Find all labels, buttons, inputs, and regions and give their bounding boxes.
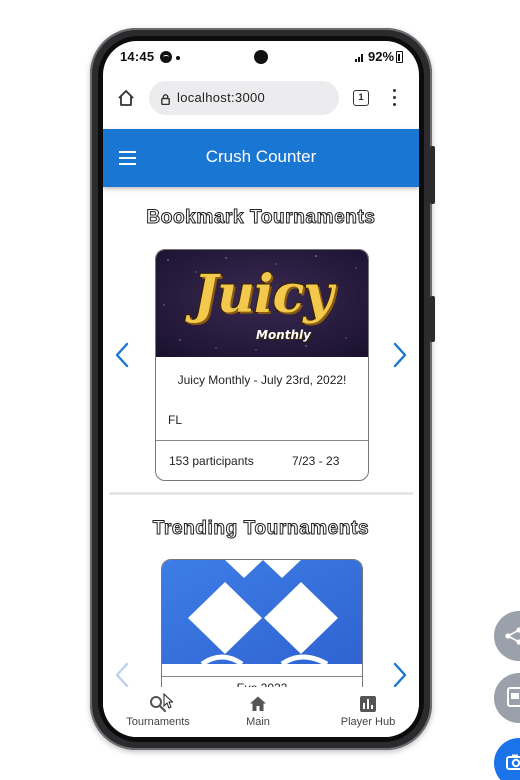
phone-frame: 14:45 92% localhost:3000 1 Crush Counter… — [90, 28, 435, 750]
spotify-icon — [160, 51, 172, 63]
bookmark-tournament-card[interactable]: Juicy Monthly Juicy Monthly - July 23rd,… — [155, 249, 369, 481]
nav-tournaments-label: Tournaments — [126, 716, 190, 728]
bookmark-section-title: Bookmark Tournaments — [146, 207, 376, 229]
nav-main-label: Main — [246, 716, 270, 728]
lock-icon — [161, 92, 170, 106]
document-floating-button[interactable] — [494, 673, 520, 723]
status-bar: 14:45 92% — [103, 41, 419, 75]
trending-next-arrow-icon[interactable] — [393, 662, 407, 688]
tab-switcher-button[interactable]: 1 — [353, 90, 369, 106]
trending-section-title: Trending Tournaments — [152, 518, 370, 540]
screenshot-stage: 14:45 92% localhost:3000 1 Crush Counter… — [0, 0, 520, 780]
juicy-logo-text: Juicy — [193, 264, 333, 325]
front-camera — [254, 50, 268, 64]
app-title: Crush Counter — [205, 147, 317, 166]
browser-menu-icon[interactable] — [393, 89, 397, 107]
browser-home-icon[interactable] — [117, 89, 135, 107]
bar-chart-icon — [359, 695, 377, 713]
notification-dot-icon — [176, 56, 180, 60]
phone-screen: 14:45 92% localhost:3000 1 Crush Counter… — [103, 41, 419, 737]
evo-logo-image — [162, 560, 362, 667]
home-icon — [249, 695, 267, 713]
battery-percent: 92% — [368, 49, 395, 64]
phone-volume-button — [430, 296, 435, 342]
bottom-navigation: Tournaments Main Player Hub — [103, 687, 419, 737]
mouse-cursor-icon — [163, 692, 174, 709]
address-url: localhost:3000 — [177, 90, 266, 105]
share-floating-button[interactable] — [494, 611, 520, 661]
bookmark-card-name: Juicy Monthly - July 23rd, 2022! — [177, 373, 347, 387]
bookmark-prev-arrow-icon[interactable] — [115, 342, 129, 368]
phone-power-button — [430, 146, 435, 204]
section-divider — [109, 492, 413, 495]
trending-tournament-card[interactable]: Evo 2022 — [161, 559, 363, 699]
signal-icon — [355, 52, 365, 62]
monthly-logo-text: Monthly — [256, 328, 311, 342]
bookmark-card-footer: 153 participants 7/23 - 23 — [156, 440, 368, 480]
bookmark-next-arrow-icon[interactable] — [393, 342, 407, 368]
battery-icon — [396, 51, 403, 63]
trending-prev-arrow-icon[interactable] — [115, 662, 129, 688]
camera-floating-button[interactable] — [494, 738, 520, 780]
juicy-monthly-logo-image: Juicy Monthly — [156, 250, 368, 357]
nav-player-hub[interactable]: Player Hub — [318, 687, 418, 737]
document-icon — [507, 687, 520, 707]
nav-tournaments[interactable]: Tournaments — [108, 687, 208, 737]
address-bar[interactable]: localhost:3000 — [149, 81, 339, 115]
bookmark-card-participants: 153 participants — [169, 454, 254, 468]
bookmark-card-location: FL — [168, 413, 183, 427]
camera-icon — [506, 754, 520, 770]
app-bar: Crush Counter — [103, 129, 419, 187]
nav-main[interactable]: Main — [208, 687, 308, 737]
share-icon — [504, 626, 520, 646]
bookmark-card-dates: 7/23 - 23 — [292, 454, 340, 468]
browser-toolbar: localhost:3000 1 — [103, 75, 419, 129]
status-time: 14:45 — [120, 49, 155, 64]
nav-player-hub-label: Player Hub — [340, 716, 396, 728]
